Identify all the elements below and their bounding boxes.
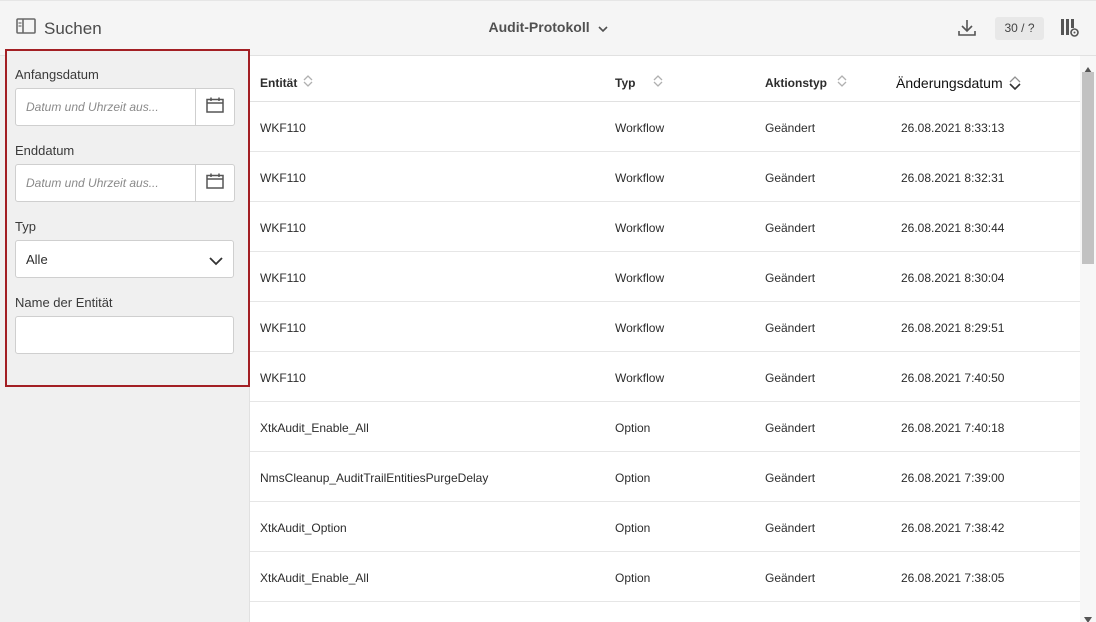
end-date-input[interactable]: Datum und Uhrzeit aus... xyxy=(15,164,235,202)
cell-action-type: Geändert xyxy=(765,221,816,235)
cell-type: Workflow xyxy=(615,171,665,185)
search-panel-toggle[interactable]: Suchen xyxy=(16,17,102,40)
page-title: Audit-Protokoll xyxy=(488,19,590,35)
sort-icon xyxy=(653,75,663,90)
cell-entity: WKF110 xyxy=(260,321,306,335)
table-row[interactable]: WKF110 Workflow Geändert 26.08.2021 8:33:13 xyxy=(250,102,1080,152)
cell-change-date: 26.08.2021 7:40:18 xyxy=(901,421,1005,435)
end-date-label: Enddatum xyxy=(15,143,75,158)
cell-change-date: 26.08.2021 8:30:04 xyxy=(901,271,1005,285)
chevron-down-icon xyxy=(209,253,223,271)
cell-change-date: 26.08.2021 7:38:05 xyxy=(901,571,1005,585)
end-date-calendar-button[interactable] xyxy=(195,165,234,201)
start-date-input[interactable]: Datum und Uhrzeit aus... xyxy=(15,88,235,126)
cell-change-date: 26.08.2021 8:29:51 xyxy=(901,321,1005,335)
cell-change-date: 26.08.2021 7:40:50 xyxy=(901,371,1005,385)
cell-entity: XtkAudit_Option xyxy=(260,521,347,535)
audit-table: Entität Typ Aktionstyp Änderungsdatum WK… xyxy=(250,56,1080,622)
start-date-calendar-button[interactable] xyxy=(195,89,234,125)
search-label: Suchen xyxy=(44,18,102,38)
type-label: Typ xyxy=(15,219,36,234)
cell-entity: WKF110 xyxy=(260,271,306,285)
cell-change-date: 26.08.2021 7:39:00 xyxy=(901,471,1005,485)
table-row[interactable]: XtkAudit_Option Option Geändert 26.08.2021 … xyxy=(250,502,1080,552)
table-row[interactable]: XtkAudit_Enable_All Option Geändert 26.08.2… xyxy=(250,402,1080,452)
cell-action-type: Geändert xyxy=(765,321,816,335)
cell-type: Workflow xyxy=(615,271,665,285)
column-header-label: Typ xyxy=(615,75,636,90)
table-row[interactable]: WKF110 Workflow Geändert 26.08.2021 8:30:04 xyxy=(250,252,1080,302)
cell-action-type: Geändert xyxy=(765,171,816,185)
cell-entity: XtkAudit_Enable_All xyxy=(260,421,369,435)
cell-type: Option xyxy=(615,571,651,585)
table-row[interactable]: WKF110 Workflow Geändert 26.08.2021 7:40:50 xyxy=(250,352,1080,402)
column-header-entity[interactable]: Entität xyxy=(260,75,313,90)
download-icon xyxy=(957,20,977,41)
cell-action-type: Geändert xyxy=(765,271,816,285)
table-row[interactable]: WKF110 Workflow Geändert 26.08.2021 8:32:31 xyxy=(250,152,1080,202)
download-button[interactable] xyxy=(957,19,977,42)
sort-icon xyxy=(1009,76,1021,93)
cell-type: Workflow xyxy=(615,221,665,235)
start-date-placeholder: Datum und Uhrzeit aus... xyxy=(26,100,159,114)
cell-type: Workflow xyxy=(615,121,665,135)
chevron-down-icon xyxy=(597,20,608,36)
cell-type: Option xyxy=(615,471,651,485)
column-settings-icon xyxy=(1060,19,1080,42)
cell-entity: WKF110 xyxy=(260,171,306,185)
table-scrollbar[interactable] xyxy=(1080,56,1096,622)
cell-action-type: Geändert xyxy=(765,371,816,385)
type-select-value: Alle xyxy=(26,252,48,267)
sort-icon xyxy=(303,75,313,90)
table-row[interactable]: NmsCleanup_AuditTrailEntitiesPurgeDelay O… xyxy=(250,452,1080,502)
entity-name-label: Name der Entität xyxy=(15,295,113,310)
cell-type: Option xyxy=(615,421,651,435)
top-bar: Suchen Audit-Protokoll 30 / ? xyxy=(0,0,1096,56)
type-select[interactable]: Alle xyxy=(15,240,234,278)
cell-action-type: Geändert xyxy=(765,521,816,535)
title-dropdown[interactable]: Audit-Protokoll xyxy=(468,19,628,36)
column-header-label: Aktionstyp xyxy=(765,75,828,90)
filter-box: Anfangsdatum Datum und Uhrzeit aus... En… xyxy=(5,49,250,387)
cell-action-type: Geändert xyxy=(765,571,816,585)
cell-type: Workflow xyxy=(615,321,665,335)
column-header-label: Entität xyxy=(260,75,298,90)
column-header-label: Änderungsdatum xyxy=(896,74,1003,91)
end-date-placeholder: Datum und Uhrzeit aus... xyxy=(26,176,159,190)
cell-entity: XtkAudit_Enable_All xyxy=(260,571,369,585)
cell-change-date: 26.08.2021 8:33:13 xyxy=(901,121,1005,135)
table-header: Entität Typ Aktionstyp Änderungsdatum xyxy=(250,56,1080,102)
cell-type: Workflow xyxy=(615,371,665,385)
column-settings-button[interactable] xyxy=(1060,18,1080,43)
panel-toggle-icon xyxy=(16,17,36,40)
table-row[interactable]: XtkAudit_Enable_All Option Geändert 26.08.2… xyxy=(250,552,1080,602)
cell-change-date: 26.08.2021 8:32:31 xyxy=(901,171,1005,185)
sort-icon xyxy=(837,75,847,90)
cell-entity: NmsCleanup_AuditTrailEntitiesPurgeDelay xyxy=(260,471,489,485)
search-panel: Anfangsdatum Datum und Uhrzeit aus... En… xyxy=(0,49,250,622)
record-count-badge: 30 / ? xyxy=(995,17,1044,40)
calendar-icon xyxy=(206,97,224,118)
column-header-type[interactable]: Typ xyxy=(615,75,663,90)
scroll-down-arrow[interactable] xyxy=(1084,610,1092,622)
entity-name-input[interactable] xyxy=(15,316,234,354)
scrollbar-thumb[interactable] xyxy=(1082,72,1094,264)
column-header-change-date[interactable]: Änderungsdatum xyxy=(896,72,1021,93)
cell-entity: WKF110 xyxy=(260,221,306,235)
cell-change-date: 26.08.2021 8:30:44 xyxy=(901,221,1005,235)
cell-entity: WKF110 xyxy=(260,121,306,135)
table-row[interactable]: WKF110 Workflow Geändert 26.08.2021 8:29:51 xyxy=(250,302,1080,352)
calendar-icon xyxy=(206,173,224,194)
cell-action-type: Geändert xyxy=(765,421,816,435)
table-row[interactable]: WKF110 Workflow Geändert 26.08.2021 8:30:44 xyxy=(250,202,1080,252)
cell-action-type: Geändert xyxy=(765,121,816,135)
start-date-label: Anfangsdatum xyxy=(15,67,99,82)
cell-action-type: Geändert xyxy=(765,471,816,485)
column-header-action-type[interactable]: Aktionstyp xyxy=(765,75,847,90)
cell-type: Option xyxy=(615,521,651,535)
cell-entity: WKF110 xyxy=(260,371,306,385)
cell-change-date: 26.08.2021 7:38:42 xyxy=(901,521,1005,535)
